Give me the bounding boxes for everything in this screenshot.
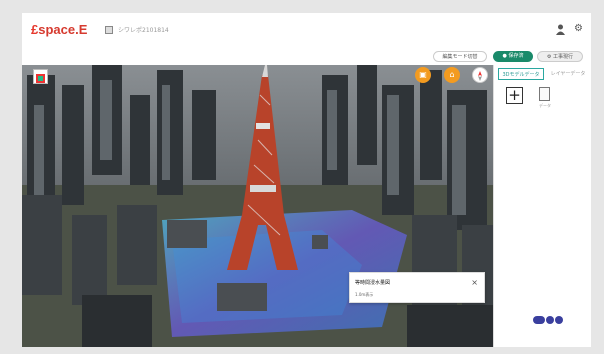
user-icon[interactable]: [556, 24, 565, 35]
city-scene: [22, 65, 493, 347]
view-controls[interactable]: [533, 315, 563, 325]
compass-icon[interactable]: [472, 67, 488, 83]
project-name: シワレポ2101814: [118, 27, 169, 34]
home-icon[interactable]: ⌂: [444, 67, 460, 83]
add-data-button[interactable]: +: [506, 87, 523, 104]
project-menu-button[interactable]: ⚙ 工事現行: [537, 51, 583, 62]
save-status-button[interactable]: ● 保存済: [493, 51, 533, 62]
info-popup: 等時間浸水量図 1.0m表示 ×: [349, 272, 485, 303]
map-3d-view[interactable]: [22, 65, 493, 347]
popup-title: 等時間浸水量図: [355, 280, 391, 286]
close-icon[interactable]: ×: [471, 278, 478, 287]
app-logo[interactable]: £space.E: [31, 22, 87, 37]
top-bar: £space.E シワレポ2101814 ⚙: [22, 13, 591, 46]
project-icon: [105, 26, 113, 34]
file-icon[interactable]: [539, 87, 550, 101]
map-marker-icon[interactable]: [33, 69, 48, 84]
tab-layer-data[interactable]: レイヤーデータ: [546, 68, 590, 80]
tab-3d-model[interactable]: 3Dモデルデータ: [498, 68, 544, 80]
edit-mode-button[interactable]: 編集モード切替: [433, 51, 487, 62]
settings-gear-icon[interactable]: ⚙: [574, 23, 583, 34]
side-panel: 3Dモデルデータ レイヤーデータ + データ: [493, 65, 591, 347]
logo-text: space.E: [38, 22, 88, 37]
layers-icon[interactable]: ▣: [415, 67, 431, 83]
popup-subtitle: 1.0m表示: [355, 292, 374, 297]
file-label: データ: [539, 103, 551, 108]
